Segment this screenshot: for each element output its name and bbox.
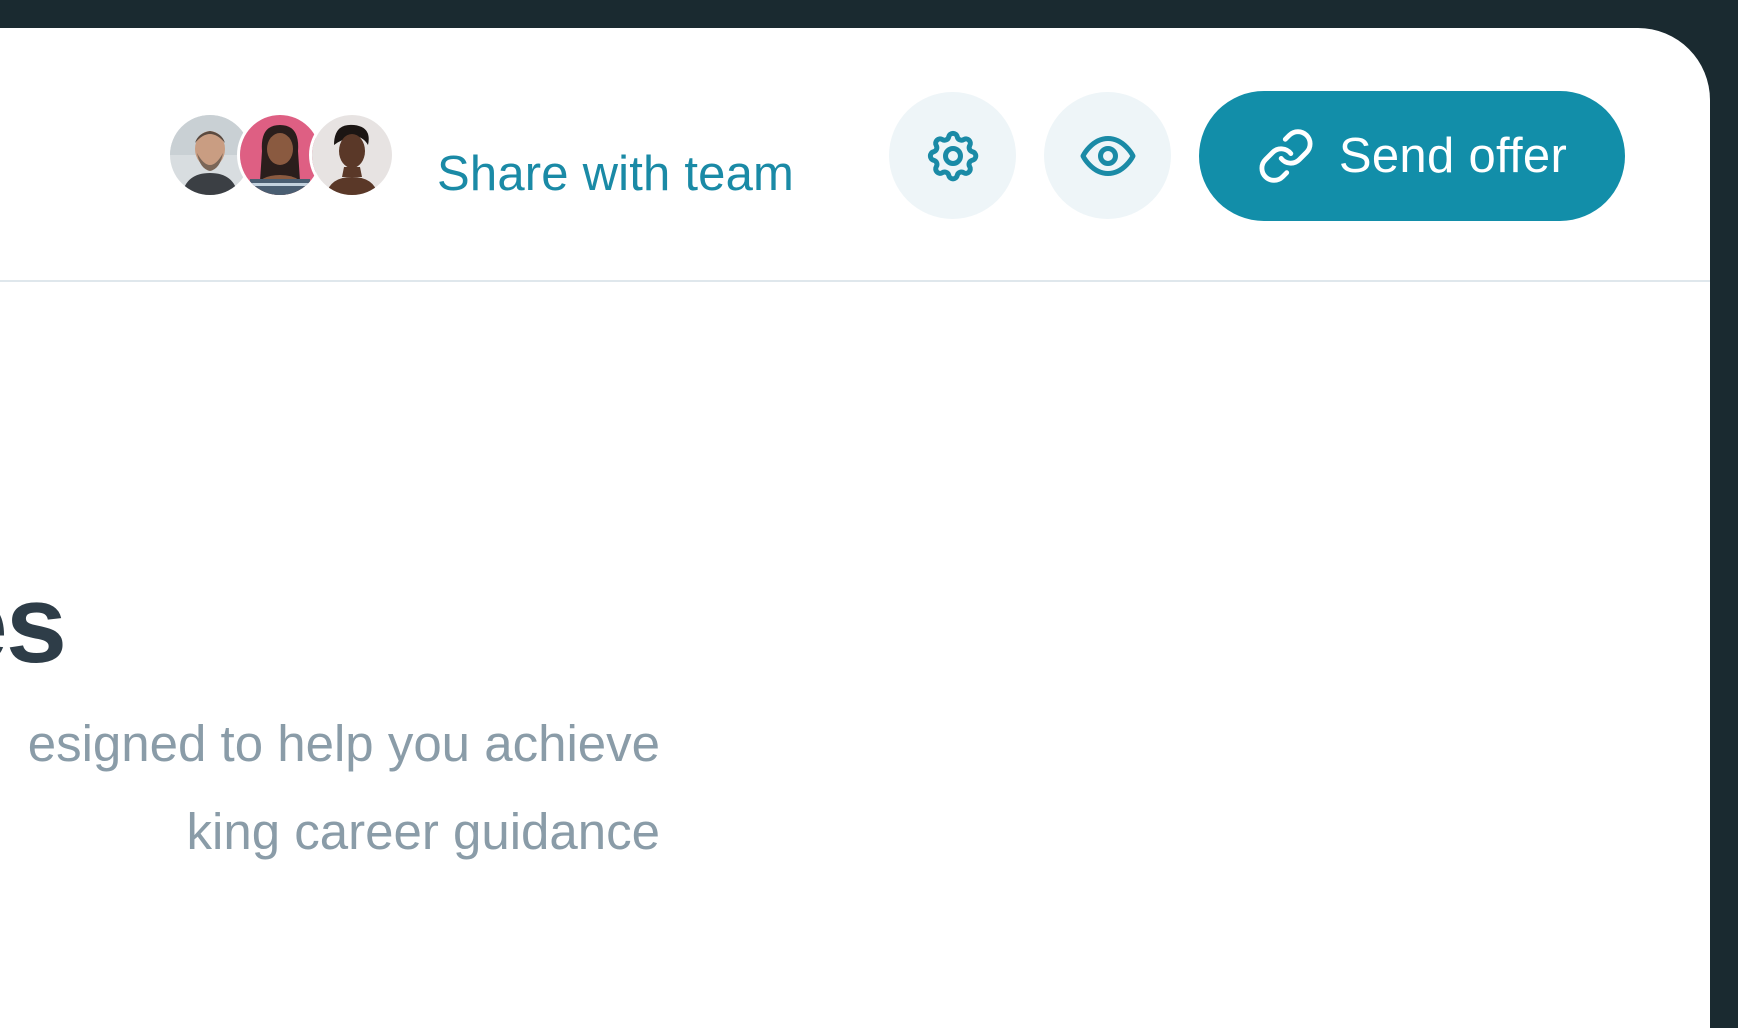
page-heading-text: es bbox=[0, 563, 67, 686]
avatar[interactable] bbox=[309, 112, 395, 198]
send-offer-button[interactable]: Send offer bbox=[1199, 91, 1625, 221]
eye-icon bbox=[1080, 135, 1135, 176]
page-heading: es bbox=[0, 570, 67, 680]
settings-button[interactable] bbox=[889, 92, 1016, 219]
gear-icon bbox=[927, 130, 978, 181]
description-line: esigned to help you achieve bbox=[27, 718, 660, 772]
team-avatars[interactable] bbox=[167, 112, 407, 198]
app-screen: Share with team Send offer es esigned to… bbox=[0, 28, 1710, 1028]
description-line: king career guidance bbox=[186, 803, 660, 860]
link-icon bbox=[1259, 129, 1313, 183]
share-with-team-link[interactable]: Share with team bbox=[437, 150, 794, 199]
page-description: esigned to help you achieve king career … bbox=[0, 718, 660, 918]
header-bar: Share with team Send offer bbox=[0, 28, 1710, 282]
send-offer-label: Send offer bbox=[1338, 128, 1568, 183]
preview-button[interactable] bbox=[1044, 92, 1171, 219]
